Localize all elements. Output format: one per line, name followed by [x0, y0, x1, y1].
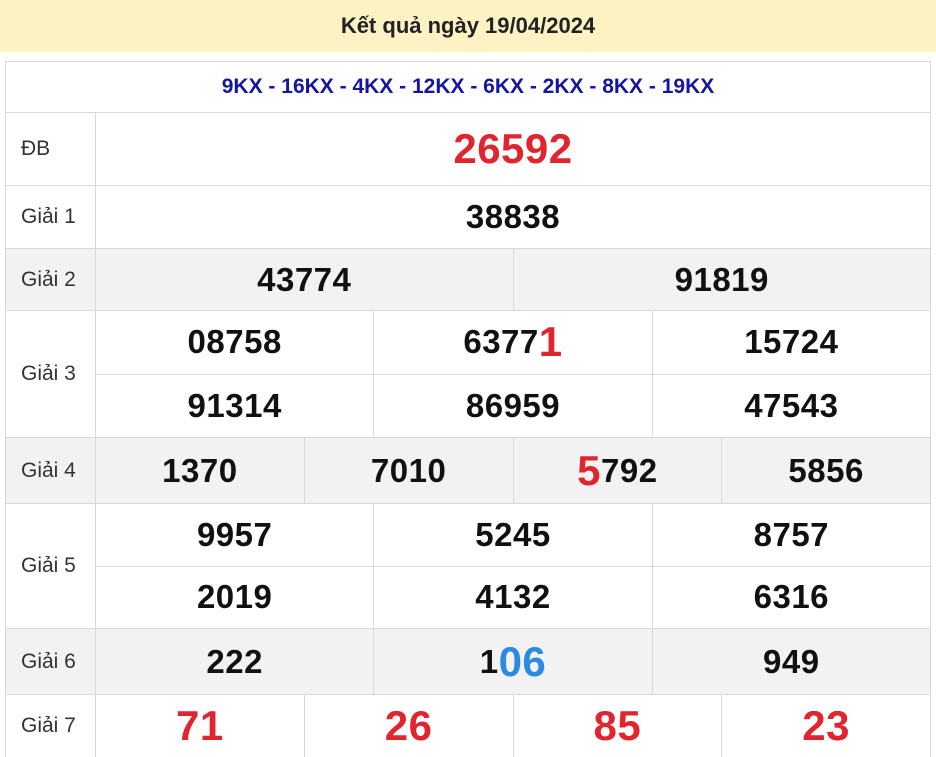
prize-3-number: 08758 [187, 323, 282, 361]
highlight-digit: 1 [538, 318, 563, 366]
prize-5-number: 5245 [373, 504, 651, 566]
prize-5-number: 8757 [651, 504, 930, 566]
number-part: 6377 [463, 323, 539, 361]
prize-4-number: 7010 [303, 438, 513, 503]
prize-row-1: Giải 1 38838 [6, 186, 930, 249]
prize-row-5: Giải 5 9957 5245 8757 2019 4132 6316 [6, 504, 930, 629]
prize-row-db: ĐB 26592 [6, 113, 930, 186]
prize-3-number: 15724 [651, 311, 930, 374]
prize-row-6: Giải 6 222 1 06 949 [6, 629, 930, 695]
prize-6-number: 222 [206, 642, 263, 680]
prize-row-3: Giải 3 08758 6377 1 15724 91314 86959 475… [6, 311, 930, 438]
prize-6-number: 1 06 [373, 629, 651, 694]
prize-3-number: 6377 1 [373, 311, 651, 374]
prize-label-6: Giải 6 [6, 629, 96, 694]
prize-4-number: 1370 [162, 451, 238, 489]
prize-label-db: ĐB [6, 113, 96, 185]
number-part: 792 [601, 451, 658, 489]
highlight-digits: 06 [498, 637, 547, 685]
prize-3-number: 86959 [373, 374, 651, 437]
prize-5-number: 4132 [373, 566, 651, 628]
prize-3-number: 47543 [651, 374, 930, 437]
prize-7-number: 23 [721, 695, 930, 757]
prize-5-number: 2019 [196, 578, 273, 616]
prize-row-2: Giải 2 43774 91819 [6, 249, 930, 311]
prize-label-2: Giải 2 [6, 249, 96, 310]
ticket-codes: 9KX - 16KX - 4KX - 12KX - 6KX - 2KX - 8K… [6, 62, 930, 113]
prize-5-number: 9957 [196, 515, 273, 553]
highlight-digit: 5 [577, 446, 602, 494]
prize-label-3: Giải 3 [6, 311, 96, 437]
prize-2-number: 91819 [512, 249, 931, 310]
prize-label-1: Giải 1 [6, 186, 96, 248]
prize-row-4: Giải 4 1370 7010 5 792 5856 [6, 438, 930, 504]
prize-4-number: 5 792 [512, 438, 722, 503]
prize-row-7: Giải 7 71 26 85 23 [6, 695, 930, 757]
prize-1-number: 38838 [465, 198, 561, 235]
prize-label-5: Giải 5 [6, 504, 96, 628]
page-title: Kết quả ngày 19/04/2024 [0, 0, 936, 52]
prize-7-number: 71 [176, 702, 224, 749]
prize-6-number: 949 [651, 629, 930, 694]
results-table: 9KX - 16KX - 4KX - 12KX - 6KX - 2KX - 8K… [5, 61, 931, 757]
prize-5-number: 6316 [651, 566, 930, 628]
prize-label-4: Giải 4 [6, 438, 96, 503]
special-prize-number: 26592 [453, 125, 573, 172]
prize-7-number: 85 [512, 695, 722, 757]
prize-label-7: Giải 7 [6, 695, 96, 757]
prize-2-number: 43774 [257, 260, 352, 298]
prize-4-number: 5856 [721, 438, 930, 503]
number-part: 1 [479, 642, 499, 680]
prize-3-number: 91314 [187, 386, 282, 424]
prize-7-number: 26 [303, 695, 513, 757]
